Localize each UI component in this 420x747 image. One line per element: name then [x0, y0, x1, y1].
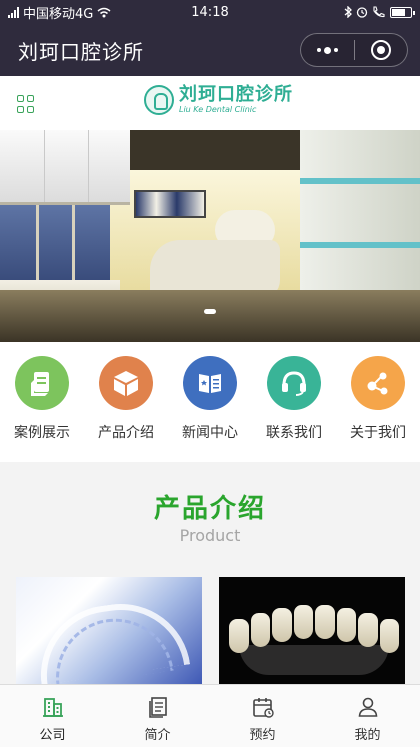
call-icon — [373, 6, 385, 18]
nav-item-products[interactable]: 产品介绍 — [84, 342, 168, 462]
battery-icon — [390, 6, 415, 18]
headset-icon — [267, 356, 321, 410]
news-icon — [183, 356, 237, 410]
wifi-icon — [97, 7, 111, 17]
nav-label: 新闻中心 — [182, 425, 238, 441]
section-title: 产品介绍 — [153, 494, 266, 524]
tab-mine[interactable]: 我的 — [315, 685, 420, 747]
quick-nav: 案例展示 产品介绍 新闻中心 联系我们 关于我们 — [0, 342, 420, 462]
banner-cabinet — [0, 130, 130, 205]
product-section: 产品介绍 Product — [0, 462, 420, 684]
nav-item-cases[interactable]: 案例展示 — [0, 342, 84, 462]
section-subtitle: Product — [179, 526, 241, 545]
signal-icon — [8, 6, 19, 18]
banner-carousel[interactable] — [0, 130, 420, 342]
building-icon — [42, 698, 63, 717]
nav-item-news[interactable]: 新闻中心 — [168, 342, 252, 462]
user-icon — [358, 697, 377, 717]
banner-painting — [134, 190, 206, 218]
nav-label: 案例展示 — [14, 425, 70, 441]
page-title: 刘珂口腔诊所 — [18, 39, 144, 64]
nav-item-about[interactable]: 关于我们 — [336, 342, 420, 462]
logo-text: 刘珂口腔诊所 Liu Ke Dental Clinic — [179, 86, 293, 114]
tab-booking[interactable]: 预约 — [210, 685, 315, 747]
brand-header: 刘珂口腔诊所 Liu Ke Dental Clinic — [0, 76, 420, 130]
menu-grid-icon[interactable] — [17, 95, 35, 113]
more-dots-icon — [316, 46, 338, 54]
close-program-button[interactable] — [354, 33, 407, 67]
nav-item-contact[interactable]: 联系我们 — [252, 342, 336, 462]
bottom-tab-bar: 公司 简介 预约 我的 — [0, 684, 420, 747]
bluetooth-icon — [344, 6, 352, 18]
nav-label: 关于我们 — [350, 425, 406, 441]
logo-chinese-name: 刘珂口腔诊所 — [179, 84, 293, 105]
mini-program-capsule — [300, 33, 408, 67]
logo-english-name: Liu Ke Dental Clinic — [179, 105, 257, 114]
share-nodes-icon — [351, 356, 405, 410]
tab-label: 预约 — [249, 728, 276, 743]
carrier-label: 中国移动4G — [23, 6, 94, 22]
clinic-logo: 刘珂口腔诊所 Liu Ke Dental Clinic — [144, 85, 293, 115]
product-card-aligner[interactable] — [16, 577, 202, 684]
case-display-icon — [15, 356, 69, 410]
app-screen: 中国移动4G 14:18 刘珂口腔诊所 刘珂口腔诊所 Liu Ke Dental… — [0, 0, 420, 747]
tab-label: 简介 — [144, 728, 171, 743]
calendar-icon — [252, 698, 274, 718]
product-card-crown[interactable] — [219, 577, 405, 684]
tooth-logo-icon — [144, 85, 174, 115]
nav-label: 联系我们 — [266, 425, 322, 441]
carousel-indicator[interactable] — [183, 306, 237, 316]
close-target-icon — [370, 40, 391, 60]
dental-bridge-image — [229, 605, 399, 665]
more-button[interactable] — [301, 33, 354, 67]
product-box-icon — [99, 356, 153, 410]
status-bar: 中国移动4G 14:18 — [0, 0, 420, 24]
tab-company[interactable]: 公司 — [0, 685, 105, 747]
title-bar: 刘珂口腔诊所 — [0, 24, 420, 76]
tab-label: 我的 — [354, 728, 381, 743]
banner-floor — [0, 290, 420, 342]
tab-label: 公司 — [39, 728, 66, 743]
alarm-icon — [356, 7, 368, 18]
nav-label: 产品介绍 — [98, 425, 154, 441]
tab-intro[interactable]: 简介 — [105, 685, 210, 747]
document-icon — [148, 697, 167, 718]
